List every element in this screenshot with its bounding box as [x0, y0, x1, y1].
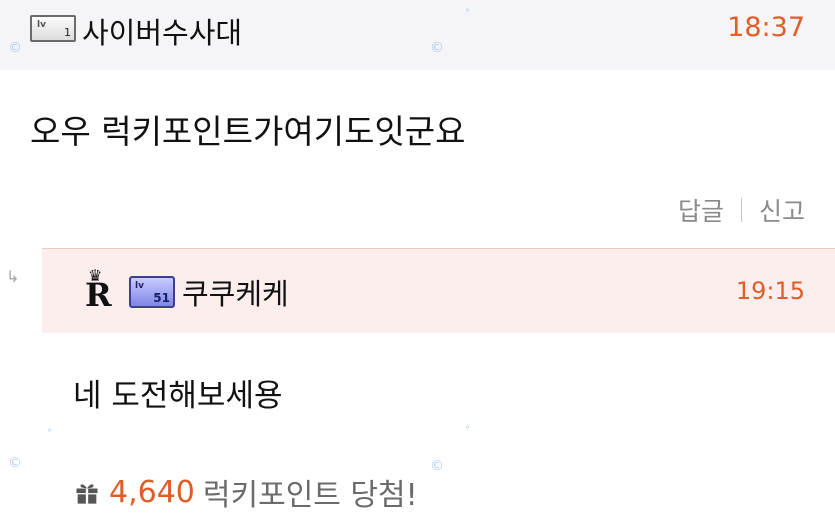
comment-body: 오우 럭키포인트가여기도잇군요 [30, 112, 466, 151]
comment-time: 18:37 [727, 12, 805, 43]
level-badge-icon: lv 1 [30, 15, 76, 42]
watermark-icon: © [430, 40, 444, 56]
gift-icon [76, 484, 98, 504]
level-badge-lv: lv [37, 20, 46, 30]
reply-author[interactable]: 쿠쿠케케 [182, 271, 289, 313]
action-divider [740, 198, 742, 222]
report-button[interactable]: 신고 [759, 192, 805, 228]
reward-amount: 4,640 [109, 474, 195, 510]
watermark-icon: ° [465, 425, 470, 436]
comment-actions: 답글 신고 [678, 192, 805, 228]
reward-text: 럭키포인트 당첨! [202, 478, 418, 513]
watermark-icon: ° [47, 428, 52, 439]
reply-time: 19:15 [735, 277, 805, 305]
level-badge-icon: lv 51 [129, 276, 175, 308]
crown-r-icon: ♛ R [85, 266, 112, 314]
watermark-icon: © [8, 455, 22, 471]
comment-author[interactable]: 사이버수사대 [82, 10, 242, 52]
watermark-icon: © [8, 40, 22, 56]
watermark-icon: ° [465, 8, 470, 19]
comment-header: lv 1 사이버수사대 18:37 [0, 0, 835, 70]
reply-button[interactable]: 답글 [678, 192, 724, 228]
level-badge-number: 1 [64, 26, 71, 39]
level-badge-number: 51 [153, 291, 170, 305]
watermark-icon: © [430, 458, 444, 474]
lucky-point-reward: 4,640 럭키포인트 당첨! [73, 470, 418, 514]
reply-body: 네 도전해보세용 [73, 378, 283, 414]
reply-header: ♛ R lv 51 쿠쿠케케 19:15 [42, 248, 835, 333]
reply-arrow-icon: ↳ [6, 267, 20, 286]
level-badge-lv: lv [135, 281, 144, 291]
